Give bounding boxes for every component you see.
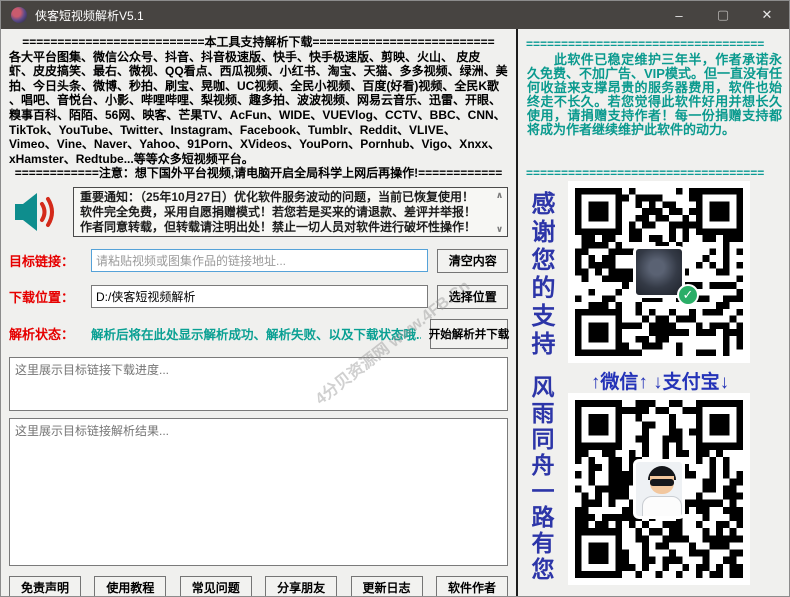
separator-line: ==================================: [526, 37, 781, 51]
download-location-label: 下载位置：: [9, 287, 91, 306]
announcement-box: 重要通知：（25年10月27日）优化软件服务波动的问题，当前已恢复使用！ 软件完…: [73, 187, 508, 237]
tutorial-button[interactable]: 使用教程: [94, 576, 166, 597]
speaker-icon: [13, 190, 59, 234]
target-link-label: 目标链接：: [9, 251, 91, 270]
scroll-down-icon[interactable]: ∨: [493, 223, 506, 235]
intro-line: TikTok、YouTube、Twitter、Instagram、Faceboo…: [9, 123, 508, 138]
target-link-row: 目标链接： 清空内容: [9, 249, 508, 273]
parse-status-message: 解析后将在此处显示解析成功、解析失败、以及下载状态哦...: [91, 324, 421, 343]
thanks-vertical-text: 感谢您的支持: [523, 191, 558, 359]
disclaimer-button[interactable]: 免责声明: [9, 576, 81, 597]
window-title: 侠客短视频解析V5.1: [35, 7, 144, 24]
parse-status-label: 解析状态：: [9, 324, 91, 343]
footer-button-row: 免责声明 使用教程 常见问题 分享朋友 更新日志 软件作者: [9, 576, 508, 597]
download-location-row: 下载位置： 选择位置: [9, 285, 508, 309]
minimize-button[interactable]: –: [657, 1, 701, 29]
cartoon-sunglasses: [650, 479, 674, 486]
support-vertical-text: 风雨同舟一路有您: [523, 375, 557, 583]
target-link-input[interactable]: [91, 249, 428, 272]
intro-line: 各大平台图集、微信公众号、抖音、抖音极速版、快手、快手极速版、剪映、火山、 皮皮: [9, 50, 508, 65]
app-window: 侠客短视频解析V5.1 – ▢ ✕ ======================…: [0, 0, 790, 597]
alipay-avatar-cartoon: [633, 459, 685, 519]
qr-labels: ↑微信↑ ↓支付宝↓: [560, 367, 760, 394]
download-location-input[interactable]: [91, 285, 428, 308]
share-button[interactable]: 分享朋友: [265, 576, 337, 597]
wechat-qr-code: ✓: [568, 181, 750, 363]
choose-location-button[interactable]: 选择位置: [437, 285, 508, 309]
intro-line: xHamster、Redtube...等等众多短视频平台。: [9, 152, 508, 167]
notice-row: 重要通知：（25年10月27日）优化软件服务波动的问题，当前已恢复使用！ 软件完…: [9, 187, 508, 237]
clear-content-button[interactable]: 清空内容: [437, 249, 508, 273]
announcement-line: 重要通知：（25年10月27日）优化软件服务波动的问题，当前已恢复使用！: [80, 190, 491, 205]
main-panel: ==========================本工具支持解析下载=====…: [1, 29, 518, 596]
announcement-line: 软件完全免费，采用自愿捐赠模式！若您若是买来的请退款、差评并举报！: [80, 205, 491, 220]
intro-line: 、唱吧、音悦台、小影、哔哩哔哩、梨视频、趣多拍、波波视频、网易云音乐、迅雷、开眼…: [9, 93, 508, 108]
parse-status-row: 解析状态： 解析后将在此处显示解析成功、解析失败、以及下载状态哦... 开始解析…: [9, 319, 508, 349]
title-bar: 侠客短视频解析V5.1 – ▢ ✕: [1, 1, 789, 29]
announcement-line: 作者同意转载，但转载请注明出处！禁止一切人员对软件进行破坏性操作！: [80, 220, 491, 235]
donation-message: 此软件已稳定维护三年半，作者承诺永久免费、不加广告、VIP模式。但一直没有任何收…: [527, 53, 782, 136]
intro-warning-line: ============注意：想下国外平台视频,请电脑开启全局科学上网后再操作!…: [9, 166, 508, 181]
wechat-avatar: ✓: [633, 246, 685, 298]
faq-button[interactable]: 常见问题: [180, 576, 252, 597]
donation-panel: ================================== 此软件已稳…: [518, 29, 789, 596]
app-icon: [11, 7, 27, 23]
qr-zone: 感谢您的支持 风雨同舟一路有您 ✓ ↑微信↑ ↓支付宝↓: [518, 179, 789, 596]
parse-result-box[interactable]: [9, 418, 508, 566]
start-parse-download-button[interactable]: 开始解析并下载: [430, 319, 508, 349]
intro-line: ==========================本工具支持解析下载=====…: [9, 35, 508, 50]
supported-platforms-text: ==========================本工具支持解析下载=====…: [9, 35, 508, 181]
intro-line: 糗事百科、陌陌、56网、映客、芒果TV、AcFun、WIDE、VUEVlog、C…: [9, 108, 508, 123]
changelog-button[interactable]: 更新日志: [351, 576, 423, 597]
intro-line: 虾、皮皮搞笑、最右、微视、QQ看点、西瓜视频、小红书、淘宝、天猫、多多视频、绿洲…: [9, 64, 508, 79]
intro-line: 拍、今日头条、微博、秒拍、刷宝、晃咖、UC视频、全民小视频、百度(好看)视频、全…: [9, 79, 508, 94]
close-button[interactable]: ✕: [745, 1, 789, 29]
separator-line: ==================================: [526, 166, 781, 180]
wechat-check-icon: ✓: [677, 284, 699, 306]
window-controls: – ▢ ✕: [657, 1, 789, 29]
alipay-qr-code: [568, 393, 750, 585]
alipay-avatar: [633, 459, 685, 519]
author-button[interactable]: 软件作者: [436, 576, 508, 597]
download-progress-box[interactable]: [9, 357, 508, 411]
intro-line: Vimeo、Vine、Naver、Yahoo、91Porn、XVideos、Yo…: [9, 137, 508, 152]
maximize-button[interactable]: ▢: [701, 1, 745, 29]
cartoon-shirt: [642, 496, 682, 519]
scroll-up-icon[interactable]: ∧: [493, 189, 506, 201]
